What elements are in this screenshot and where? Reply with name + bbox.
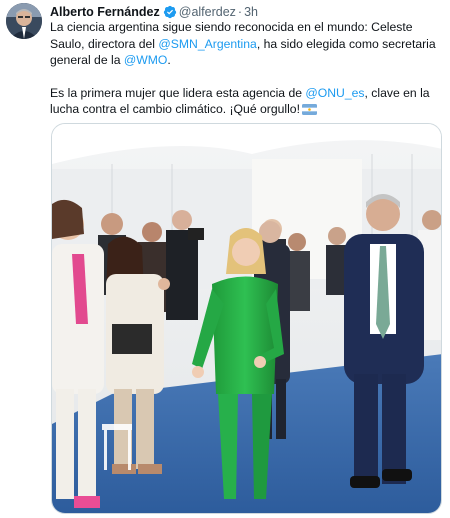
text-segment: . [167, 53, 171, 67]
tweet-paragraph-1: La ciencia argentina sigue siendo recono… [50, 19, 444, 69]
tweet-paragraph-2: Es la primera mujer que lidera esta agen… [50, 85, 444, 120]
avatar-image [6, 3, 42, 39]
tweet-photo[interactable] [51, 123, 442, 514]
mention-wmo[interactable]: @WMO [124, 53, 168, 67]
timestamp[interactable]: 3h [244, 5, 258, 19]
argentina-flag-icon [301, 103, 317, 120]
author-name[interactable]: Alberto Fernández [50, 5, 160, 19]
separator: · [237, 5, 243, 19]
avatar[interactable] [6, 3, 42, 39]
photo-scene [52, 124, 441, 513]
tweet-text: La ciencia argentina sigue siendo recono… [50, 19, 444, 120]
author-handle[interactable]: @alferdez [179, 5, 236, 19]
tweet[interactable]: Alberto Fernández @alferdez · 3h La ciencia… [0, 0, 450, 518]
text-segment: Es la primera mujer que lidera esta agen… [50, 85, 306, 100]
mention-onu-es[interactable]: @ONU_es [305, 86, 364, 100]
mention-smn-argentina[interactable]: @SMN_Argentina [158, 37, 256, 51]
